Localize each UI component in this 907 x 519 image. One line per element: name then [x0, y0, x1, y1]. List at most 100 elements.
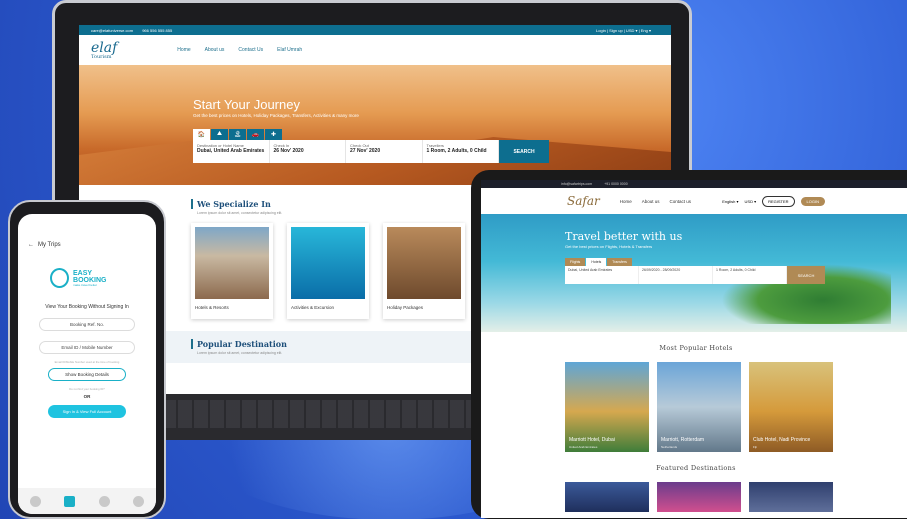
field-value: 1 Room, 2 Adults, 0 Child — [426, 148, 487, 154]
nav-about[interactable]: About us — [205, 47, 225, 53]
login-button[interactable]: LOGIN — [800, 196, 825, 206]
elaf-logo[interactable]: elaf Tourism — [91, 41, 117, 60]
card-label: Hotels & Resorts — [195, 305, 229, 310]
phone-tabbar — [18, 488, 156, 514]
destinations-list — [481, 482, 907, 512]
hero-subtitle: Get the best prices on Flights, Hotels &… — [565, 244, 653, 249]
hotel-card[interactable]: Marriott Hotel, Dubai United Arab Emirat… — [565, 362, 649, 452]
nav-home[interactable]: Home — [620, 199, 632, 204]
tab-transfers[interactable]: Transfers — [607, 258, 632, 266]
card-label: Holiday Packages — [387, 305, 424, 310]
nav-contact[interactable]: Contact us — [670, 199, 692, 204]
temple-image — [387, 227, 461, 299]
topbar-links[interactable]: Login | Sign up | USD ▾ | Eng ▾ — [596, 28, 651, 33]
back-arrow-icon[interactable]: ← — [28, 242, 34, 248]
currency-select[interactable]: USD ▾ — [745, 199, 757, 204]
register-button[interactable]: REGISTER — [762, 195, 795, 207]
laptop-navbar: elaf Tourism Home About us Contact Us El… — [79, 35, 671, 65]
phone-title: View Your Booking Without Signing In — [45, 304, 129, 310]
tablet-navbar: Safar Home About us Contact us English ▾… — [481, 188, 907, 214]
laptop-search-widget: 🏠 ⛰ 🏝 🚗 ✚ Destination or Hotel Name Duba… — [193, 129, 549, 163]
search-tabs: 🏠 ⛰ 🏝 🚗 ✚ — [193, 129, 549, 140]
booking-ref-input[interactable]: Booking Ref. No. — [39, 318, 135, 331]
easy-booking-logo: EASY BOOKING make travel better — [50, 266, 124, 290]
or-divider: OR — [83, 394, 91, 399]
tab-flight-icon[interactable]: ✚ — [265, 129, 282, 140]
logo-sub: make travel better — [73, 282, 98, 287]
home-icon[interactable] — [29, 495, 41, 507]
hero-title: Travel better with us — [565, 230, 683, 243]
nav-about[interactable]: About us — [642, 199, 660, 204]
tablet-hero: Travel better with us Get the best price… — [481, 214, 907, 332]
tab-holiday-icon[interactable]: ⛰ — [211, 129, 228, 140]
hotel-card[interactable]: Marriott, Rotterdam Netherlands — [657, 362, 741, 452]
hero-title: Start Your Journey — [193, 97, 300, 112]
tablet-nav-right: English ▾ USD ▾ REGISTER LOGIN — [722, 195, 825, 207]
logo-text: EASY BOOKING make travel better — [73, 270, 124, 287]
travellers-field[interactable]: Travellers 1 Room, 2 Adults, 0 Child — [423, 140, 499, 163]
nav-contact[interactable]: Contact Us — [238, 47, 263, 53]
hero-subtitle: Get the best prices on Hotels, Holiday P… — [193, 113, 359, 118]
card-holiday[interactable]: Holiday Packages — [383, 223, 465, 319]
destinations-title: Featured Destinations — [656, 464, 736, 472]
tablet-topbar: info@safartrips.com +91 0000 0000 — [481, 180, 907, 188]
card-hotels[interactable]: Hotels & Resorts — [191, 223, 273, 319]
search-button[interactable]: SEARCH — [787, 266, 825, 284]
field-value: Dubai, United Arab Emirates — [197, 148, 265, 154]
hotel-name: Marriott, Rotterdam — [661, 437, 705, 443]
destination-card[interactable] — [749, 482, 833, 512]
checkin-field[interactable]: Check In 26 Nov' 2020 — [270, 140, 346, 163]
tab-hotels[interactable]: Hotels — [586, 258, 607, 266]
search-tabs: Flights Hotels Transfers — [565, 258, 825, 266]
destination-card[interactable] — [565, 482, 649, 512]
tab-flights[interactable]: Flights — [565, 258, 586, 266]
phone-mockup: ← My Trips EASY BOOKING make travel bett… — [8, 200, 166, 519]
field-value: 26 Nov' 2020 — [273, 148, 304, 154]
diving-image — [291, 227, 365, 299]
nav-umrah[interactable]: Elaf Umrah — [277, 47, 302, 53]
search-button[interactable]: SEARCH — [499, 140, 549, 163]
phone-screen: ← My Trips EASY BOOKING make travel bett… — [18, 214, 156, 514]
email-mobile-input[interactable]: Email ID / Mobile Number — [39, 341, 135, 354]
checkout-field[interactable]: Check Out 27 Nov' 2020 — [346, 140, 423, 163]
nav-home[interactable]: Home — [177, 47, 190, 53]
input-note: Email ID/Mobile Number used at the time … — [54, 360, 120, 364]
tablet-mockup: info@safartrips.com +91 0000 0000 Safar … — [471, 170, 907, 519]
globe-icon[interactable] — [133, 495, 145, 507]
field-value: 27 Nov' 2020 — [350, 148, 381, 154]
tab-hotel-icon[interactable]: 🏠 — [193, 129, 210, 140]
sign-in-button[interactable]: Sign In & View Full Account — [48, 405, 126, 418]
safar-logo[interactable]: Safar — [567, 194, 600, 208]
show-booking-button[interactable]: Show Booking Details — [48, 368, 126, 381]
hotel-location: United Arab Emirates — [569, 445, 598, 449]
trips-icon[interactable] — [64, 495, 76, 507]
plane-globe-icon — [50, 268, 70, 288]
tab-car-icon[interactable]: 🚗 — [247, 129, 264, 140]
tablet-menu: Home About us Contact us — [620, 199, 691, 204]
rooms-field[interactable]: 1 Room, 2 Adults, 0 Child — [713, 266, 787, 284]
topbar-phone[interactable]: +91 0000 0000 — [604, 182, 627, 186]
search-fields: Dubai, United Arab Emirates 26/09/2020 -… — [565, 266, 825, 284]
tablet-screen: info@safartrips.com +91 0000 0000 Safar … — [481, 180, 907, 518]
topbar-email[interactable]: care@elafuniverse.com — [91, 28, 133, 33]
hotels-list: Marriott Hotel, Dubai United Arab Emirat… — [481, 362, 907, 452]
language-select[interactable]: English ▾ — [722, 199, 738, 204]
header-title: My Trips — [38, 242, 61, 248]
phone-header: ← My Trips — [18, 214, 156, 248]
destination-card[interactable] — [657, 482, 741, 512]
dates-field[interactable]: 26/09/2020 - 28/09/2020 — [639, 266, 713, 284]
profile-icon[interactable] — [98, 495, 110, 507]
help-note: Do not find your booking ID? — [69, 387, 105, 391]
destination-field[interactable]: Destination or Hotel Name Dubai, United … — [193, 140, 270, 163]
topbar-email[interactable]: info@safartrips.com — [561, 182, 592, 186]
card-label: Activities & Excursion — [291, 305, 335, 310]
hotel-card[interactable]: Club Hotel, Nadi Province Fiji — [749, 362, 833, 452]
card-activities[interactable]: Activities & Excursion — [287, 223, 369, 319]
laptop-topbar: care@elafuniverse.com 966 556 555 855 Lo… — [79, 25, 671, 35]
tab-beach-icon[interactable]: 🏝 — [229, 129, 246, 140]
hotel-location: Netherlands — [661, 445, 678, 449]
search-fields: Destination or Hotel Name Dubai, United … — [193, 140, 549, 163]
destination-field[interactable]: Dubai, United Arab Emirates — [565, 266, 639, 284]
topbar-phone[interactable]: 966 556 555 855 — [142, 28, 172, 33]
hotel-name: Club Hotel, Nadi Province — [753, 437, 811, 443]
